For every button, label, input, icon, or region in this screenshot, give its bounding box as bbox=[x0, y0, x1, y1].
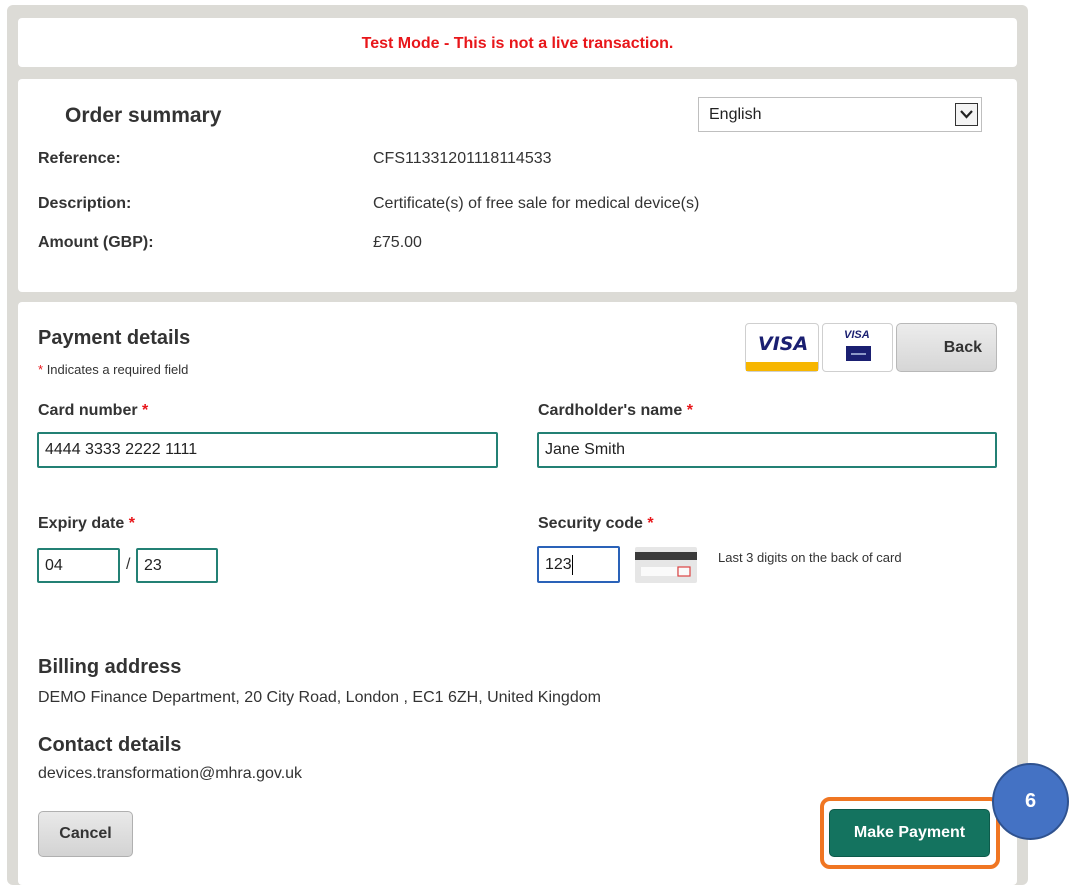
required-asterisk: * bbox=[142, 402, 149, 419]
required-asterisk: * bbox=[128, 515, 135, 532]
card-number-label: Card number * bbox=[38, 402, 149, 419]
security-code-input[interactable]: 123 bbox=[537, 546, 620, 583]
amount-value: £75.00 bbox=[373, 234, 422, 251]
debit-card-icon bbox=[846, 346, 871, 361]
contact-details-text: devices.transformation@mhra.gov.uk bbox=[38, 765, 303, 782]
expiry-month-input[interactable]: 04 bbox=[37, 548, 120, 583]
cancel-button[interactable]: Cancel bbox=[38, 811, 133, 857]
card-back-icon bbox=[635, 547, 697, 583]
visa-logo-text: VISA bbox=[758, 333, 809, 355]
security-code-label: Security code * bbox=[538, 515, 654, 532]
make-payment-button[interactable]: Make Payment bbox=[829, 809, 990, 857]
visa-logo: VISA bbox=[745, 323, 819, 372]
order-summary-title: Order summary bbox=[65, 104, 222, 127]
description-value: Certificate(s) of free sale for medical … bbox=[373, 195, 700, 212]
cardholder-name-label: Cardholder's name * bbox=[538, 402, 693, 419]
amount-label: Amount (GBP): bbox=[38, 234, 154, 251]
required-field-note: * Indicates a required field bbox=[38, 362, 189, 377]
test-mode-banner: Test Mode - This is not a live transacti… bbox=[18, 18, 1017, 67]
chevron-down-icon[interactable] bbox=[955, 103, 978, 126]
required-asterisk: * bbox=[686, 402, 693, 419]
step-number-badge: 6 bbox=[992, 763, 1069, 840]
language-select[interactable]: English bbox=[698, 97, 982, 132]
payment-details-title: Payment details bbox=[38, 327, 191, 349]
reference-label: Reference: bbox=[38, 150, 121, 167]
text-cursor bbox=[571, 554, 573, 575]
visa-debit-logo-text: VISA bbox=[844, 329, 870, 341]
required-asterisk: * bbox=[38, 362, 44, 377]
visa-debit-logo: VISA bbox=[822, 323, 893, 372]
contact-details-title: Contact details bbox=[38, 734, 182, 756]
back-button[interactable]: Back bbox=[896, 323, 997, 372]
required-asterisk: * bbox=[647, 515, 654, 532]
billing-address-text: DEMO Finance Department, 20 City Road, L… bbox=[38, 689, 601, 706]
expiry-separator: / bbox=[126, 556, 131, 573]
language-selected-value: English bbox=[709, 106, 762, 123]
expiry-year-input[interactable]: 23 bbox=[136, 548, 218, 583]
security-code-hint: Last 3 digits on the back of card bbox=[718, 550, 902, 565]
description-label: Description: bbox=[38, 195, 132, 212]
billing-address-title: Billing address bbox=[38, 656, 182, 678]
reference-value: CFS11331201118114533 bbox=[373, 150, 552, 167]
expiry-date-label: Expiry date * bbox=[38, 515, 135, 532]
cardholder-name-input[interactable]: Jane Smith bbox=[537, 432, 997, 468]
card-number-input[interactable]: 4444 3333 2222 1111 bbox=[37, 432, 498, 468]
